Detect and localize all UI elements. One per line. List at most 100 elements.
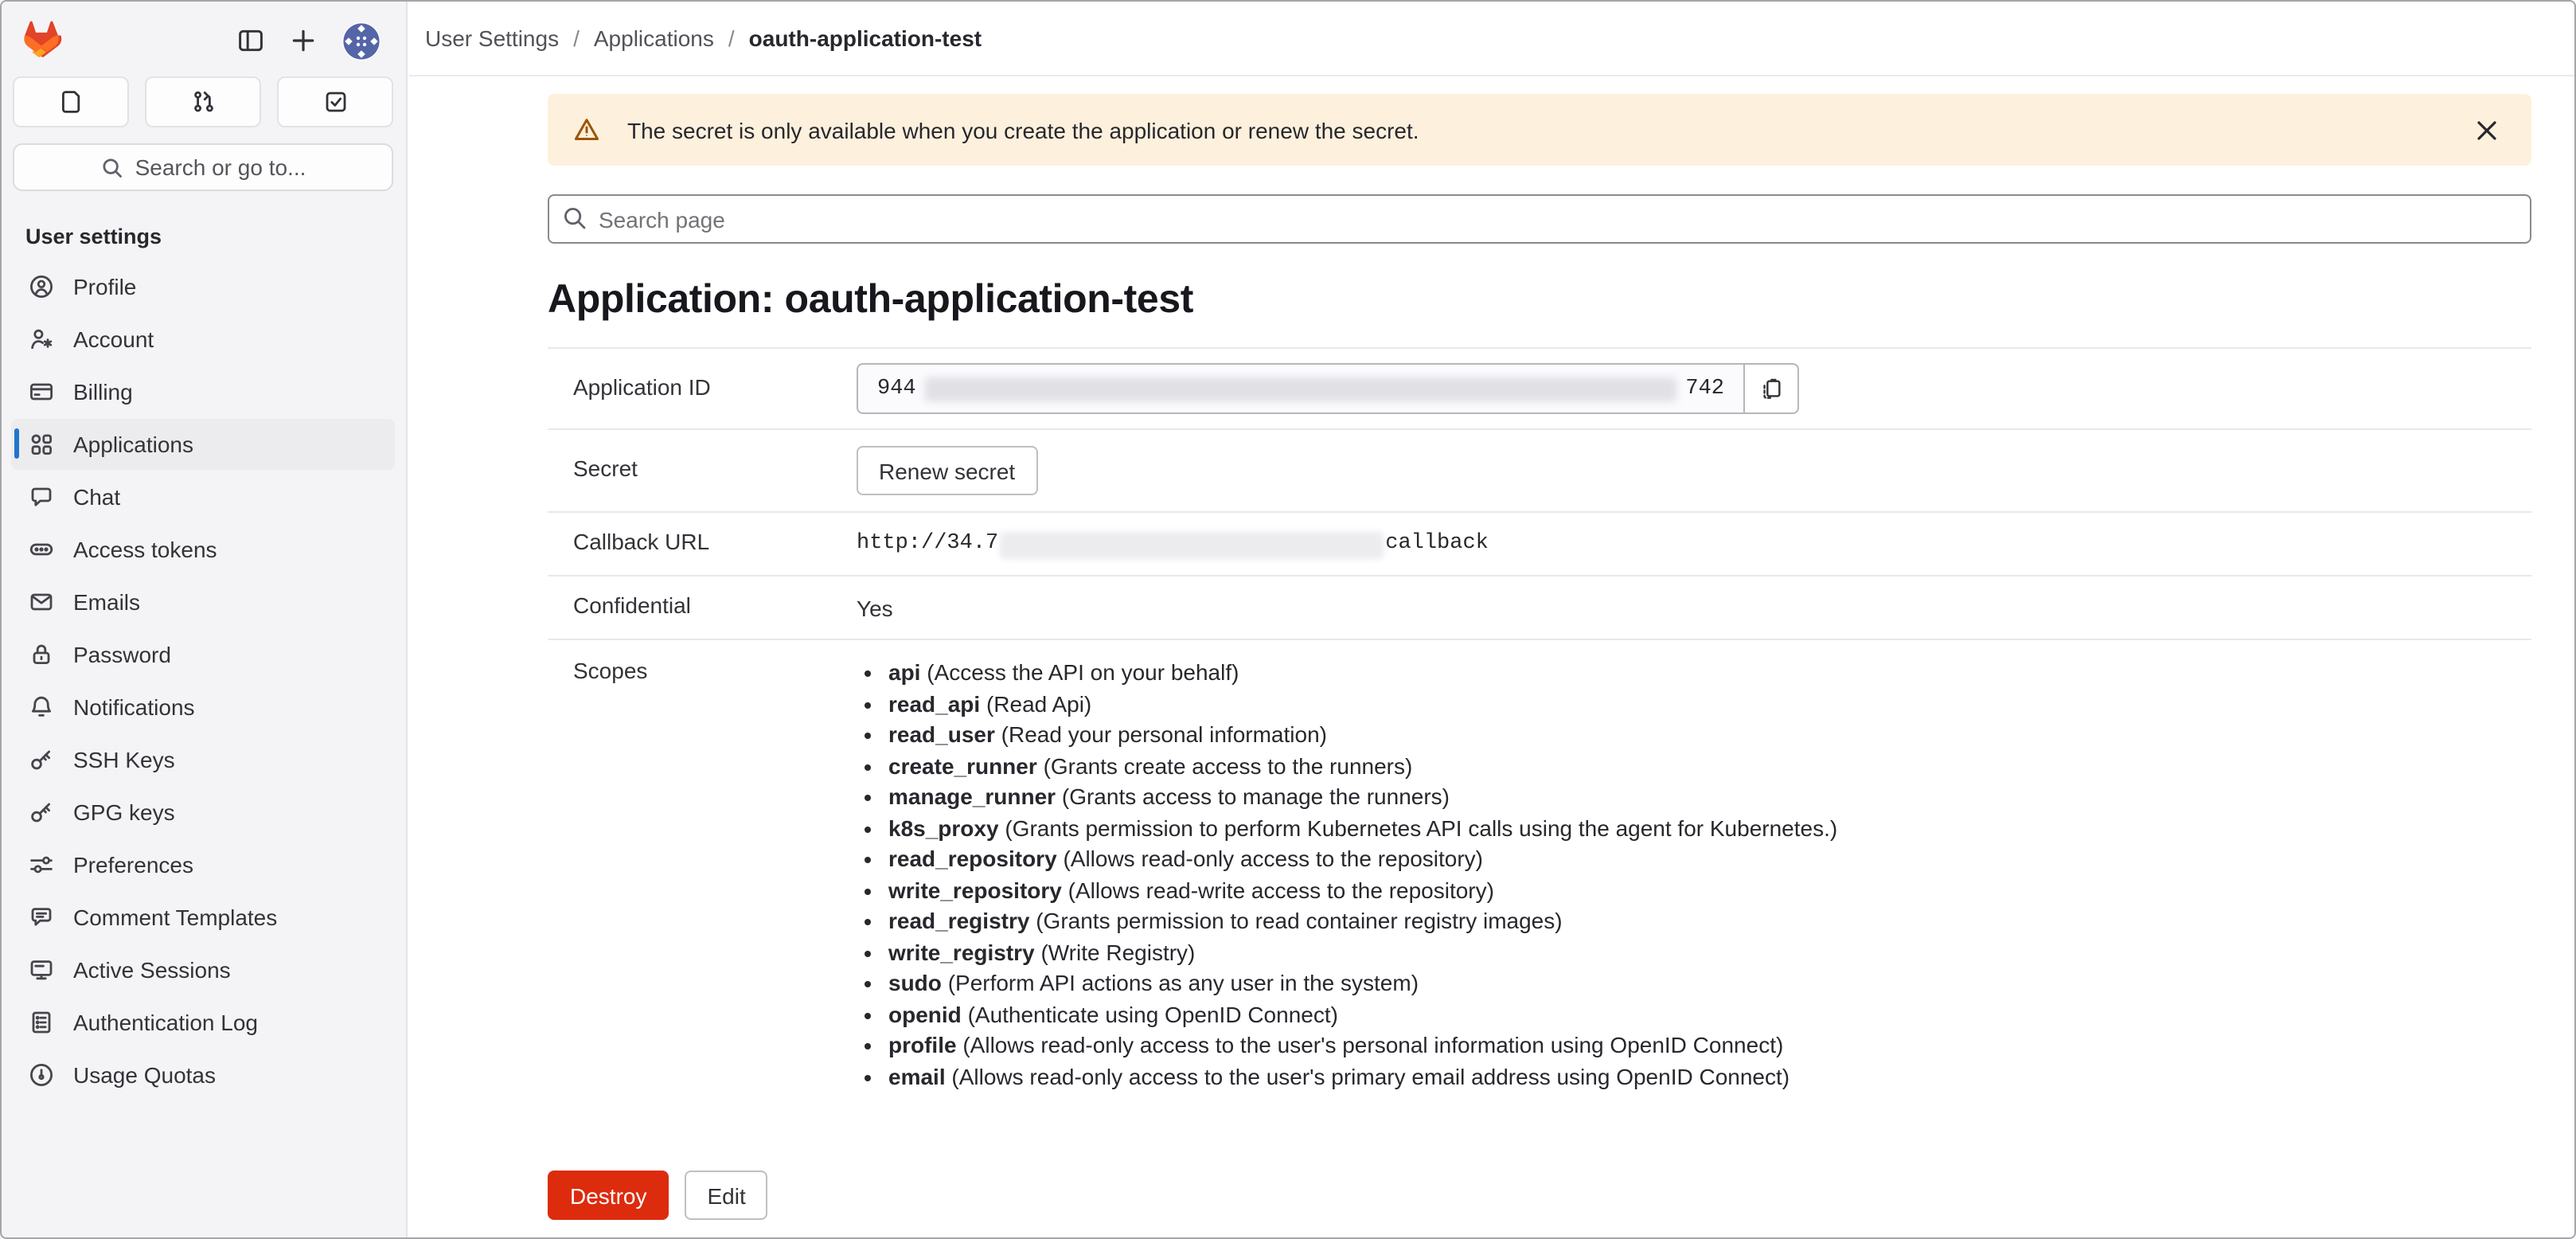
scope-name: k8s_proxy — [888, 815, 999, 840]
gitlab-logo-icon[interactable] — [21, 21, 62, 61]
gitlab-window: Search or go to... User settings Profile… — [0, 0, 2576, 1239]
sidebar-item-label: Profile — [73, 274, 136, 299]
scope-name: api — [888, 659, 920, 685]
destroy-button[interactable]: Destroy — [548, 1171, 669, 1220]
sidebar-item-label: Usage Quotas — [73, 1062, 216, 1088]
scope-name: read_repository — [888, 846, 1057, 871]
scope-name: read_user — [888, 721, 995, 747]
write_repository: write_repository (Allows read-write acce… — [888, 875, 1837, 906]
avatar[interactable] — [342, 21, 381, 60]
page-actions: Destroy Edit — [548, 1171, 2531, 1220]
confidential-label: Confidential — [548, 592, 857, 624]
scope-name: read_api — [888, 690, 980, 716]
scope-name: openid — [888, 1001, 962, 1026]
active-sessions-icon — [29, 957, 54, 983]
emails-icon — [29, 589, 54, 615]
sidebar-item-password[interactable]: Password — [11, 629, 395, 680]
breadcrumb-separator: / — [573, 25, 580, 50]
read_api: read_api (Read Api) — [888, 689, 1837, 720]
issues-shortcut-button[interactable] — [13, 76, 129, 127]
application-id-value[interactable]: 944 742 — [857, 363, 1745, 414]
usage-quotas-icon — [29, 1062, 54, 1088]
secret-label: Secret — [548, 446, 857, 495]
create_runner: create_runner (Grants create access to t… — [888, 751, 1837, 782]
sidebar-item-label: Password — [73, 642, 171, 667]
scope-description: (Read Api) — [986, 690, 1091, 716]
scope-name: email — [888, 1063, 946, 1089]
search-icon — [100, 155, 124, 179]
sidebar-item-chat[interactable]: Chat — [11, 471, 395, 522]
scope-name: sudo — [888, 970, 942, 995]
sidebar-item-active-sessions[interactable]: Active Sessions — [11, 944, 395, 995]
todo-shortcut-button[interactable] — [277, 76, 393, 127]
sidebar-item-gpg-keys[interactable]: GPG keys — [11, 787, 395, 838]
search-or-go-to-button[interactable]: Search or go to... — [13, 143, 393, 191]
sidebar-item-label: Emails — [73, 589, 140, 615]
breadcrumb-link-applications[interactable]: Applications — [594, 25, 714, 50]
sidebar-item-label: Applications — [73, 432, 193, 457]
read_user: read_user (Read your personal informatio… — [888, 720, 1837, 751]
scope-name: create_runner — [888, 752, 1037, 778]
callback-url-label: Callback URL — [548, 529, 857, 561]
warning-icon — [573, 116, 600, 143]
sidebar-shortcuts — [13, 76, 393, 127]
manage_runner: manage_runner (Grants access to manage t… — [888, 782, 1837, 813]
scope-description: (Grants access to manage the runners) — [1062, 784, 1450, 809]
breadcrumb-link-user-settings[interactable]: User Settings — [425, 25, 559, 50]
merge-requests-shortcut-button[interactable] — [145, 76, 261, 127]
write_registry: write_registry (Write Registry) — [888, 937, 1837, 968]
main-area: User Settings / Applications / oauth-app… — [409, 0, 2576, 1239]
k8s_proxy: k8s_proxy (Grants permission to perform … — [888, 813, 1837, 844]
scope-description: (Write Registry) — [1040, 939, 1195, 964]
access-tokens-icon — [29, 537, 54, 562]
sidebar-toggle-icon[interactable] — [237, 27, 264, 54]
close-icon[interactable] — [2468, 111, 2506, 149]
scope-description: (Allows read-only access to the reposito… — [1063, 846, 1483, 871]
sidebar-item-profile[interactable]: Profile — [11, 261, 395, 312]
sidebar-item-label: Authentication Log — [73, 1010, 258, 1035]
copy-to-clipboard-icon[interactable] — [1743, 363, 1799, 414]
sidebar-item-preferences[interactable]: Preferences — [11, 839, 395, 890]
applications-icon — [29, 432, 54, 457]
sidebar-item-label: Account — [73, 326, 154, 352]
sidebar-item-applications[interactable]: Applications — [11, 419, 395, 470]
page-title: Application: oauth-application-test — [548, 274, 2531, 326]
sidebar-item-comment-templates[interactable]: Comment Templates — [11, 892, 395, 943]
sidebar-item-billing[interactable]: Billing — [11, 366, 395, 417]
application-id-prefix: 944 — [877, 377, 916, 401]
read_repository: read_repository (Allows read-only access… — [888, 844, 1837, 875]
profile: profile (Allows read-only access to the … — [888, 1030, 1837, 1061]
sidebar-item-emails[interactable]: Emails — [11, 577, 395, 627]
sidebar-item-notifications[interactable]: Notifications — [11, 682, 395, 733]
edit-button[interactable]: Edit — [685, 1171, 767, 1220]
notifications-icon — [29, 694, 54, 720]
openid: openid (Authenticate using OpenID Connec… — [888, 999, 1837, 1030]
sidebar-item-authentication-log[interactable]: Authentication Log — [11, 997, 395, 1048]
scope-description: (Grants permission to read container reg… — [1036, 908, 1562, 933]
sudo: sudo (Perform API actions as any user in… — [888, 968, 1837, 999]
scope-description: (Access the API on your behalf) — [927, 659, 1239, 685]
sidebar-section-title: User settings — [25, 225, 381, 248]
renew-secret-button[interactable]: Renew secret — [857, 446, 1037, 495]
sidebar-item-ssh-keys[interactable]: SSH Keys — [11, 734, 395, 785]
application-id-suffix: 742 — [1685, 377, 1724, 401]
scope-description: (Allows read-only access to the user's p… — [962, 1032, 1783, 1057]
plus-icon[interactable] — [290, 27, 317, 54]
merge-request-icon — [190, 89, 216, 115]
scope-description: (Read your personal information) — [1001, 721, 1327, 747]
search-or-go-to-label: Search or go to... — [135, 154, 306, 180]
callback-url-value: http://34.7 callback — [857, 529, 1489, 561]
scopes-row: Scopes api (Access the API on your behal… — [548, 639, 2531, 1113]
sidebar-item-usage-quotas[interactable]: Usage Quotas — [11, 1049, 395, 1100]
profile-icon — [29, 274, 54, 299]
scope-name: write_repository — [888, 877, 1062, 902]
callback-url-suffix: callback — [1385, 529, 1489, 561]
scope-name: profile — [888, 1032, 957, 1057]
breadcrumb-current-page: oauth-application-test — [749, 25, 982, 50]
search-page-input[interactable] — [548, 194, 2531, 244]
sidebar-item-account[interactable]: Account — [11, 314, 395, 365]
api: api (Access the API on your behalf) — [888, 658, 1837, 689]
sidebar-item-access-tokens[interactable]: Access tokens — [11, 524, 395, 575]
scope-name: manage_runner — [888, 784, 1056, 809]
confidential-value: Yes — [857, 592, 893, 624]
